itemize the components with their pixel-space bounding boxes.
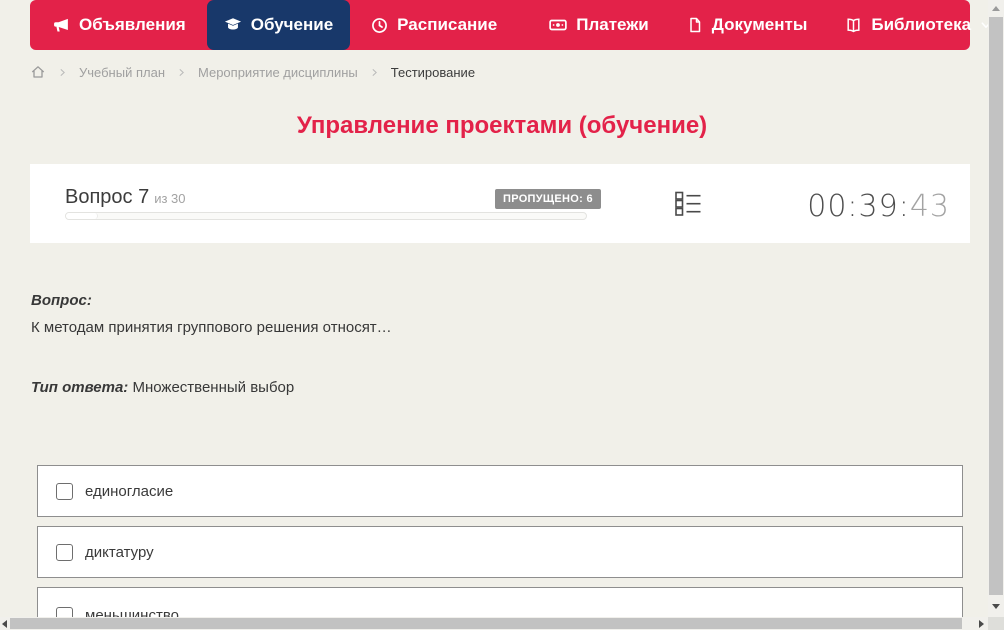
nav-item-label: Объявления bbox=[79, 15, 186, 34]
graduation-cap-icon bbox=[224, 16, 242, 34]
nav-item-label: Платежи bbox=[576, 15, 649, 34]
timer-hours-minutes: 00:39: bbox=[807, 189, 910, 224]
question-total: из 30 bbox=[154, 191, 186, 206]
answer-option-row[interactable]: диктатуру bbox=[37, 526, 963, 578]
question-label: Вопрос: bbox=[31, 292, 92, 309]
scroll-up-icon[interactable] bbox=[992, 6, 1000, 11]
document-icon bbox=[687, 17, 703, 33]
breadcrumb-separator-icon bbox=[177, 68, 186, 77]
breadcrumb: Учебный план Мероприятие дисциплины Тест… bbox=[30, 61, 475, 83]
breadcrumb-discipline-event[interactable]: Мероприятие дисциплины bbox=[198, 65, 358, 80]
scroll-right-icon[interactable] bbox=[979, 620, 984, 628]
scroll-down-icon[interactable] bbox=[992, 604, 1000, 609]
scrollbar-corner bbox=[988, 617, 1004, 630]
question-counter: Вопрос 7 из 30 bbox=[65, 186, 186, 209]
home-icon[interactable] bbox=[30, 64, 46, 80]
vertical-scrollbar[interactable] bbox=[988, 0, 1004, 617]
answer-type-label: Тип ответа: bbox=[31, 379, 129, 396]
question-number: Вопрос 7 bbox=[65, 186, 150, 208]
breadcrumb-curriculum[interactable]: Учебный план bbox=[79, 65, 165, 80]
answer-type-value: Множественный выбор bbox=[132, 379, 295, 396]
horizontal-scrollbar-thumb[interactable] bbox=[10, 618, 962, 629]
answer-option-row[interactable]: единогласие bbox=[37, 465, 963, 517]
nav-item-learning[interactable]: Обучение bbox=[206, 0, 351, 50]
breadcrumb-testing: Тестирование bbox=[390, 64, 476, 80]
option-checkbox[interactable] bbox=[56, 543, 73, 561]
nav-item-label: Библиотека bbox=[871, 15, 972, 34]
nav-item-payments[interactable]: Платежи bbox=[532, 0, 666, 50]
nav-item-label: Документы bbox=[711, 15, 808, 34]
nav-item-documents[interactable]: Документы bbox=[670, 0, 825, 50]
answer-options: единогласие диктатуру меньшинство bbox=[37, 465, 963, 630]
quiz-page: Объявления Обучение Расписание Платежи Д… bbox=[0, 0, 1004, 630]
vertical-scrollbar-thumb[interactable] bbox=[989, 17, 1003, 595]
countdown-timer: 00:39:43 bbox=[807, 189, 950, 224]
scroll-left-icon[interactable] bbox=[2, 620, 7, 628]
quiz-progress-fill bbox=[66, 213, 98, 219]
breadcrumb-separator-icon bbox=[58, 68, 67, 77]
clock-icon bbox=[371, 17, 388, 34]
nav-item-schedule[interactable]: Расписание bbox=[354, 0, 514, 50]
option-label[interactable]: диктатуру bbox=[85, 544, 154, 561]
skipped-badge: ПРОПУЩЕНО: 6 bbox=[495, 189, 601, 209]
question-text: К методам принятия группового решения от… bbox=[31, 319, 392, 336]
nav-item-library[interactable]: Библиотека bbox=[828, 0, 1004, 50]
megaphone-icon bbox=[53, 17, 70, 34]
nav-item-label: Расписание bbox=[397, 15, 498, 34]
nav-item-label: Обучение bbox=[250, 15, 334, 34]
quiz-progress-bar bbox=[65, 212, 587, 220]
quiz-header-panel: Вопрос 7 из 30 ПРОПУЩЕНО: 6 00:39:43 bbox=[30, 164, 970, 243]
option-checkbox[interactable] bbox=[56, 482, 73, 500]
horizontal-scrollbar[interactable] bbox=[0, 617, 988, 630]
page-title: Управление проектами (обучение) bbox=[296, 112, 708, 139]
nav-item-announcements[interactable]: Объявления bbox=[36, 0, 203, 50]
answer-type-row: Тип ответа: Множественный выбор bbox=[31, 379, 961, 396]
question-list-icon[interactable] bbox=[675, 190, 701, 222]
timer-seconds: 43 bbox=[909, 189, 950, 224]
main-nav: Объявления Обучение Расписание Платежи Д… bbox=[30, 0, 991, 50]
breadcrumb-separator-icon bbox=[370, 68, 379, 77]
option-label[interactable]: единогласие bbox=[85, 483, 173, 500]
question-block: Вопрос: К методам принятия группового ре… bbox=[31, 292, 961, 396]
cash-icon bbox=[549, 16, 567, 34]
book-icon bbox=[845, 17, 862, 34]
